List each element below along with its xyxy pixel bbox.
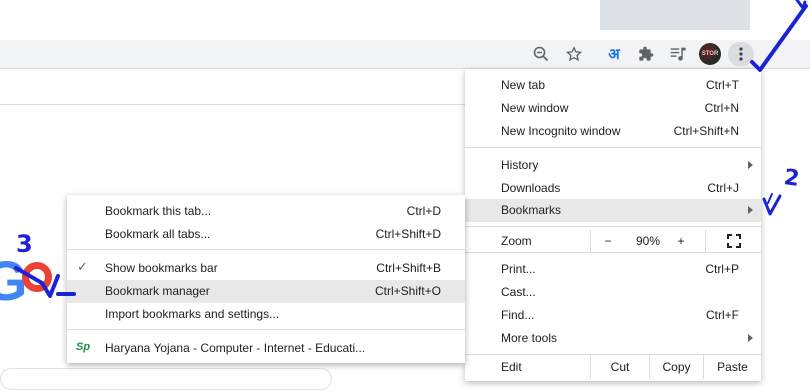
annotation-check-3 bbox=[14, 266, 60, 298]
annotation-check-2-tail bbox=[767, 193, 773, 204]
annotation-step-3: 3 bbox=[16, 230, 33, 258]
annotation-1-mark bbox=[795, 0, 807, 12]
annotation-overlay bbox=[14, 0, 808, 298]
annotation-check-2 bbox=[762, 194, 782, 216]
annotation-check-1 bbox=[750, 4, 808, 72]
